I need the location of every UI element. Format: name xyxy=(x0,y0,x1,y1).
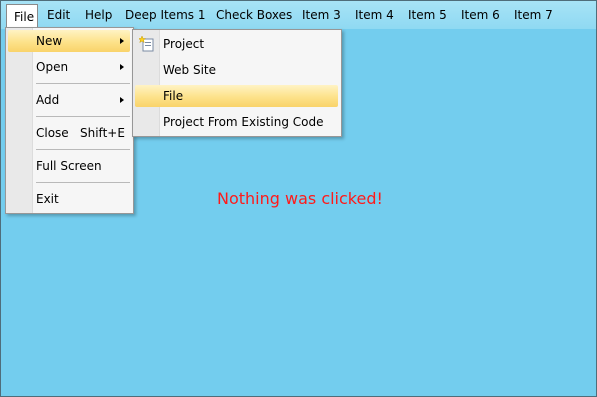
menu-item-exit-label: Exit xyxy=(36,192,59,206)
menu-item-6[interactable]: Item 6 xyxy=(461,4,500,26)
menu-item-file-label: File xyxy=(163,89,184,103)
menu-item-3[interactable]: Item 3 xyxy=(302,4,341,26)
submenu-arrow-icon xyxy=(120,97,124,103)
menu-item-7[interactable]: Item 7 xyxy=(514,4,553,26)
menu-separator xyxy=(36,83,130,84)
menu-item-file[interactable]: File xyxy=(135,85,338,107)
menu-item-close-label: Close xyxy=(36,126,69,140)
menu-item-add-label: Add xyxy=(36,93,60,107)
submenu-arrow-icon xyxy=(120,64,124,70)
menu-item-open-label: Open xyxy=(36,60,69,74)
menu-item-full-screen[interactable]: Full Screen xyxy=(8,155,130,177)
new-project-icon xyxy=(139,36,154,52)
menu-item-close-shortcut: Shift+E xyxy=(80,126,125,140)
menu-item-full-screen-label: Full Screen xyxy=(36,159,102,173)
menu-item-close[interactable]: Close Shift+E xyxy=(8,122,130,144)
menu-deep-items-1[interactable]: Deep Items 1 xyxy=(125,4,205,26)
menu-separator xyxy=(36,116,130,117)
menu-help[interactable]: Help xyxy=(85,4,112,26)
menu-separator xyxy=(36,149,130,150)
menu-bar: File Edit Help Deep Items 1 Check Boxes … xyxy=(1,1,596,29)
new-submenu: Project Web Site File Project From Exist… xyxy=(132,29,342,137)
menu-item-web-site-label: Web Site xyxy=(163,63,217,77)
menu-item-new-label: New xyxy=(36,34,63,48)
status-message: Nothing was clicked! xyxy=(217,189,383,208)
menu-item-web-site[interactable]: Web Site xyxy=(135,59,338,81)
menu-item-exit[interactable]: Exit xyxy=(8,188,130,210)
menu-separator xyxy=(36,182,130,183)
file-dropdown-menu: New Open Add Close Shift+E Full Screen E… xyxy=(5,27,134,214)
menu-item-open[interactable]: Open xyxy=(8,56,130,78)
menu-item-new[interactable]: New xyxy=(8,30,130,52)
menu-item-add[interactable]: Add xyxy=(8,89,130,111)
menu-edit[interactable]: Edit xyxy=(47,4,70,26)
menu-item-project-label: Project xyxy=(163,37,205,51)
menu-item-project-from-existing-code-label: Project From Existing Code xyxy=(163,115,324,129)
submenu-arrow-icon xyxy=(120,38,124,44)
menu-item-project-from-existing-code[interactable]: Project From Existing Code xyxy=(135,111,338,133)
menu-item-5[interactable]: Item 5 xyxy=(408,4,447,26)
menu-item-project[interactable]: Project xyxy=(135,33,338,55)
menu-item-4[interactable]: Item 4 xyxy=(355,4,394,26)
menu-check-boxes[interactable]: Check Boxes xyxy=(216,4,292,26)
menu-file[interactable]: File xyxy=(6,4,38,28)
